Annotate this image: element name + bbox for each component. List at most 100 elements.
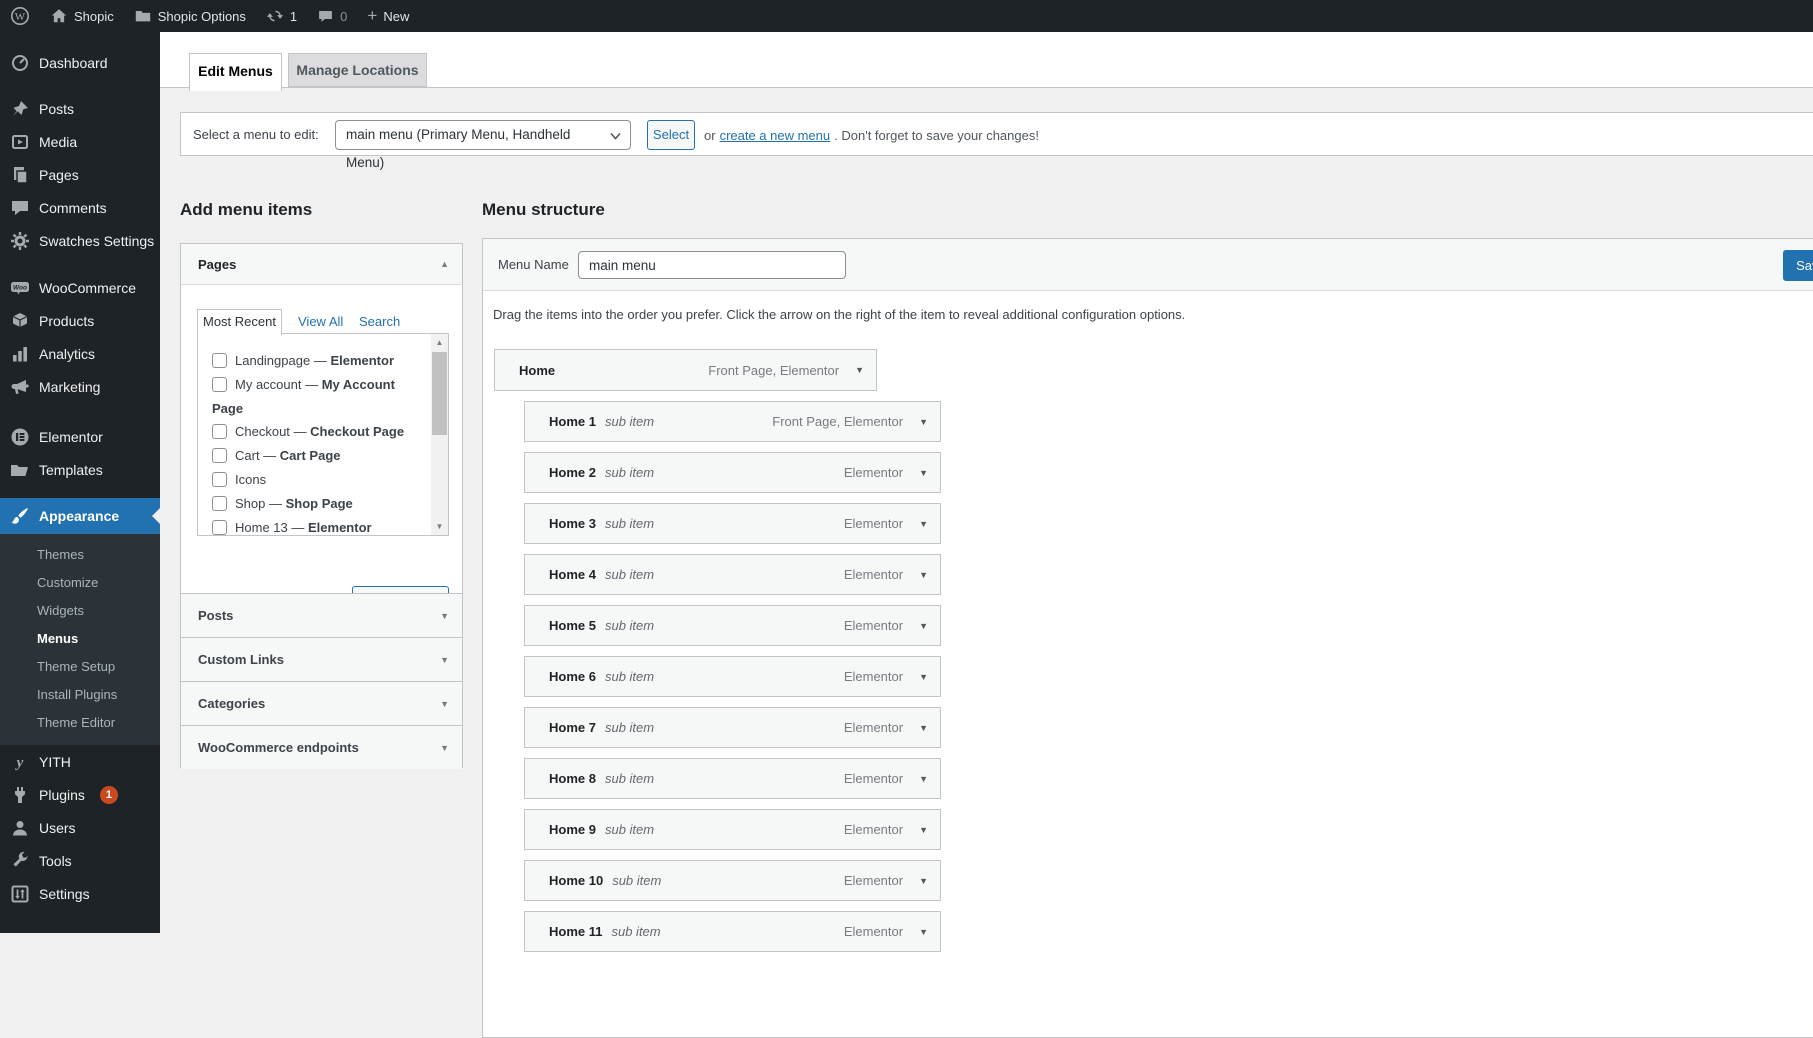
- save-menu-button[interactable]: Save Menu: [1783, 250, 1813, 281]
- submenu-item-widgets[interactable]: Widgets: [0, 597, 160, 625]
- sidebar-item-products[interactable]: Products: [0, 304, 160, 337]
- create-new-menu-link[interactable]: create a new menu: [720, 128, 831, 143]
- sidebar-item-users[interactable]: Users: [0, 811, 160, 844]
- sidebar-label: Posts: [39, 100, 75, 117]
- menu-item-home[interactable]: Home Front Page, Elementor ▼: [494, 349, 877, 391]
- sidebar-item-analytics[interactable]: Analytics: [0, 337, 160, 370]
- megaphone-icon: [11, 379, 29, 394]
- menu-item-home-1[interactable]: Home 1 sub item Front Page, Elementor ▼: [524, 401, 941, 442]
- submenu-item-install-plugins[interactable]: Install Plugins: [0, 681, 160, 709]
- categories-section-header[interactable]: Categories ▼: [181, 681, 462, 725]
- menu-item-home-5[interactable]: Home 5 sub item Elementor ▼: [524, 605, 941, 646]
- sidebar-item-pages[interactable]: Pages: [0, 158, 160, 191]
- item-toggle-icon[interactable]: ▼: [919, 774, 928, 784]
- select-button[interactable]: Select: [647, 120, 695, 150]
- page-checkbox-item: Icons: [212, 468, 418, 492]
- checkbox[interactable]: [212, 353, 227, 368]
- sidebar-item-woocommerce[interactable]: Woo WooCommerce: [0, 271, 160, 304]
- submenu-item-customize[interactable]: Customize: [0, 569, 160, 597]
- pages-section-header[interactable]: Pages ▲: [181, 244, 462, 284]
- sidebar-item-media[interactable]: Media: [0, 125, 160, 158]
- page-checkbox-item: Shop — Shop Page: [212, 492, 418, 516]
- sidebar-item-settings[interactable]: Settings: [0, 877, 160, 910]
- item-toggle-icon[interactable]: ▼: [919, 519, 928, 529]
- comment-count: 0: [340, 8, 348, 24]
- item-toggle-icon[interactable]: ▼: [919, 468, 928, 478]
- menu-item-home-6[interactable]: Home 6 sub item Elementor ▼: [524, 656, 941, 697]
- submenu-item-theme-editor[interactable]: Theme Editor: [0, 709, 160, 737]
- add-menu-items-heading: Add menu items: [180, 200, 313, 219]
- sidebar-item-swatches-settings[interactable]: Swatches Settings: [0, 224, 160, 257]
- appearance-submenu: Themes Customize Widgets Menus Theme Set…: [0, 534, 160, 745]
- dashboard-icon: [12, 54, 28, 71]
- item-toggle-icon[interactable]: ▼: [919, 876, 928, 886]
- menu-item-home-10[interactable]: Home 10 sub item Elementor ▼: [524, 860, 941, 901]
- chevron-up-icon[interactable]: ▲: [440, 259, 449, 269]
- woocommerce-endpoints-section-header[interactable]: WooCommerce endpoints ▼: [181, 725, 462, 769]
- checkbox[interactable]: [212, 519, 227, 535]
- new-content-menu[interactable]: + New: [357, 0, 419, 32]
- checkbox[interactable]: [212, 424, 227, 440]
- tab-view-all[interactable]: View All: [298, 309, 343, 334]
- item-toggle-icon[interactable]: ▼: [919, 723, 928, 733]
- item-toggle-icon[interactable]: ▼: [919, 825, 928, 835]
- chevron-down-icon[interactable]: ▼: [440, 699, 449, 709]
- checkbox[interactable]: [212, 471, 227, 487]
- checkbox[interactable]: [212, 448, 227, 464]
- menu-select-dropdown[interactable]: main menu (Primary Menu, Handheld Menu): [335, 120, 631, 170]
- checkbox[interactable]: [212, 495, 227, 511]
- item-toggle-icon[interactable]: ▼: [919, 621, 928, 631]
- page-checkbox-item: Checkout — Checkout Page: [212, 420, 418, 444]
- item-toggle-icon[interactable]: ▼: [855, 365, 864, 375]
- item-toggle-icon[interactable]: ▼: [919, 672, 928, 682]
- scrollbar-thumb[interactable]: [432, 352, 447, 435]
- sidebar-item-marketing[interactable]: Marketing: [0, 370, 160, 403]
- sidebar-item-comments[interactable]: Comments: [0, 191, 160, 224]
- site-name-menu[interactable]: Shopic: [40, 0, 124, 32]
- menu-item-home-3[interactable]: Home 3 sub item Elementor ▼: [524, 503, 941, 544]
- tab-search[interactable]: Search: [359, 309, 400, 334]
- chevron-down-icon[interactable]: ▼: [440, 611, 449, 621]
- chevron-down-icon[interactable]: ▼: [440, 743, 449, 753]
- sidebar-label: Tools: [39, 852, 72, 869]
- wordpress-logo-icon[interactable]: W: [0, 0, 40, 32]
- pages-section-title: Pages: [198, 256, 237, 272]
- menu-item-home-2[interactable]: Home 2 sub item Elementor ▼: [524, 452, 941, 493]
- menu-item-home-11[interactable]: Home 11 sub item Elementor ▼: [524, 911, 941, 952]
- custom-links-section-header[interactable]: Custom Links ▼: [181, 637, 462, 681]
- sidebar-item-templates[interactable]: Templates: [0, 453, 160, 486]
- scroll-up-icon[interactable]: ▲: [431, 334, 448, 351]
- tab-edit-menus[interactable]: Edit Menus: [189, 53, 282, 91]
- sidebar-item-posts[interactable]: Posts: [0, 92, 160, 125]
- page-checkbox-item: Landingpage — Elementor: [212, 349, 418, 373]
- sidebar-item-yith[interactable]: y YITH: [0, 745, 160, 778]
- menu-item-home-9[interactable]: Home 9 sub item Elementor ▼: [524, 809, 941, 850]
- shopic-options-menu[interactable]: Shopic Options: [124, 0, 256, 32]
- sidebar-item-elementor[interactable]: Elementor: [0, 420, 160, 453]
- folder-icon: [135, 11, 150, 22]
- submenu-item-menus[interactable]: Menus: [0, 625, 160, 653]
- sidebar-item-appearance[interactable]: Appearance: [0, 498, 160, 534]
- sidebar-item-dashboard[interactable]: Dashboard: [0, 46, 160, 79]
- tab-manage-locations[interactable]: Manage Locations: [288, 53, 427, 87]
- menu-item-home-8[interactable]: Home 8 sub item Elementor ▼: [524, 758, 941, 799]
- item-toggle-icon[interactable]: ▼: [919, 927, 928, 937]
- item-toggle-icon[interactable]: ▼: [919, 417, 928, 427]
- item-toggle-icon[interactable]: ▼: [919, 570, 928, 580]
- menu-item-home-7[interactable]: Home 7 sub item Elementor ▼: [524, 707, 941, 748]
- submenu-item-themes[interactable]: Themes: [0, 541, 160, 569]
- sidebar-item-tools[interactable]: Tools: [0, 844, 160, 877]
- menu-item-home-4[interactable]: Home 4 sub item Elementor ▼: [524, 554, 941, 595]
- submenu-item-theme-setup[interactable]: Theme Setup: [0, 653, 160, 681]
- chevron-down-icon[interactable]: ▼: [440, 655, 449, 665]
- menu-name-input[interactable]: [578, 251, 846, 279]
- scroll-down-icon[interactable]: ▼: [431, 518, 448, 535]
- sidebar-item-plugins[interactable]: Plugins 1: [0, 778, 160, 811]
- admin-bar: W Shopic Shopic Options 1 0 + New: [0, 0, 1813, 32]
- posts-section-header[interactable]: Posts ▼: [181, 593, 462, 637]
- tab-most-recent[interactable]: Most Recent: [197, 309, 282, 335]
- checkbox[interactable]: [212, 376, 227, 392]
- comments-menu[interactable]: 0: [307, 0, 357, 32]
- updates-menu[interactable]: 1: [256, 0, 307, 32]
- scrollbar[interactable]: ▲ ▼: [431, 334, 448, 535]
